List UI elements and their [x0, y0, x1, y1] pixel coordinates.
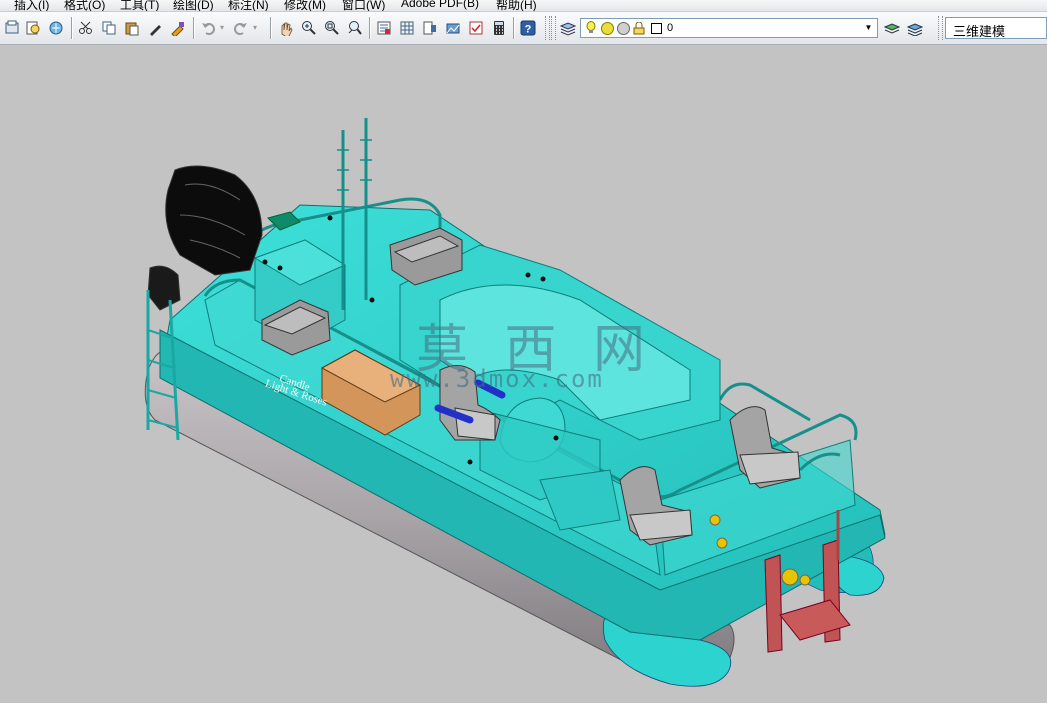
zoom-window-icon[interactable] — [323, 19, 341, 37]
toolbar-grip[interactable] — [938, 16, 943, 40]
menu-draw[interactable]: 绘图(D) — [173, 0, 214, 11]
redo-icon[interactable] — [232, 19, 250, 37]
layer-previous-icon[interactable] — [906, 19, 924, 37]
toolbar-separator — [71, 17, 72, 39]
menu-modify[interactable]: 修改(M) — [284, 0, 326, 11]
sheet-set-icon[interactable] — [444, 19, 462, 37]
viewport-freeze-icon[interactable] — [617, 22, 630, 35]
toolbar-grip[interactable] — [551, 16, 556, 40]
pan-icon[interactable] — [277, 19, 295, 37]
toolbar-separator — [513, 17, 514, 39]
paste-icon[interactable] — [123, 19, 141, 37]
match-properties-icon[interactable] — [146, 19, 164, 37]
copy-icon[interactable] — [100, 19, 118, 37]
menu-help[interactable]: 帮助(H) — [496, 0, 537, 11]
menu-dimension[interactable]: 标注(N) — [228, 0, 269, 11]
workspace-dropdown[interactable]: 三维建模 — [945, 17, 1047, 39]
block-editor-icon[interactable] — [169, 19, 187, 37]
menu-adobe-pdf[interactable]: Adobe PDF(B) — [401, 0, 479, 10]
svg-text:?: ? — [525, 24, 532, 36]
undo-icon[interactable] — [199, 19, 217, 37]
drawing-viewport[interactable]: 莫 西 网 www.3dmox.com Candle Light & Roses — [0, 45, 1047, 703]
menu-format[interactable]: 格式(O) — [64, 0, 105, 11]
toolbar-grip[interactable] — [545, 16, 550, 40]
help-icon[interactable]: ? — [519, 19, 537, 37]
cut-icon[interactable] — [77, 19, 95, 37]
menu-bar: 插入(I) 格式(O) 工具(T) 绘图(D) 标注(N) 修改(M) 窗口(W… — [0, 0, 1047, 12]
menu-tools[interactable]: 工具(T) — [120, 0, 159, 11]
freeze-sun-icon[interactable] — [601, 22, 614, 35]
plot-preview-icon[interactable] — [24, 19, 42, 37]
plot-icon[interactable] — [3, 19, 21, 37]
publish-icon[interactable] — [47, 19, 65, 37]
menu-window[interactable]: 窗口(W) — [342, 0, 385, 11]
calculator-icon[interactable] — [490, 19, 508, 37]
watermark-url: www.3dmox.com — [390, 365, 604, 393]
make-object-layer-current-icon[interactable] — [883, 19, 901, 37]
tool-palettes-icon[interactable] — [421, 19, 439, 37]
design-center-icon[interactable] — [398, 19, 416, 37]
undo-dropdown-icon[interactable]: ▾ — [217, 19, 227, 37]
zoom-previous-icon[interactable] — [346, 19, 364, 37]
zoom-realtime-icon[interactable] — [300, 19, 318, 37]
toolbar-separator — [369, 17, 370, 39]
layer-manager-icon[interactable] — [559, 19, 577, 37]
workspace-value: 三维建模 — [953, 24, 1006, 39]
layer-control-dropdown[interactable]: 0 ▼ — [580, 18, 878, 38]
layer-on-bulb-icon[interactable] — [585, 21, 597, 35]
toolbar-separator — [193, 17, 194, 39]
toolbar-separator — [270, 17, 271, 39]
layer-name: 0 — [667, 22, 674, 34]
chevron-down-icon[interactable]: ▼ — [862, 21, 875, 35]
redo-dropdown-icon[interactable]: ▾ — [250, 19, 260, 37]
layer-color-swatch — [651, 23, 662, 34]
menu-insert[interactable]: 插入(I) — [14, 0, 49, 11]
markup-set-icon[interactable] — [467, 19, 485, 37]
properties-icon[interactable] — [375, 19, 393, 37]
lock-icon[interactable] — [633, 22, 647, 35]
